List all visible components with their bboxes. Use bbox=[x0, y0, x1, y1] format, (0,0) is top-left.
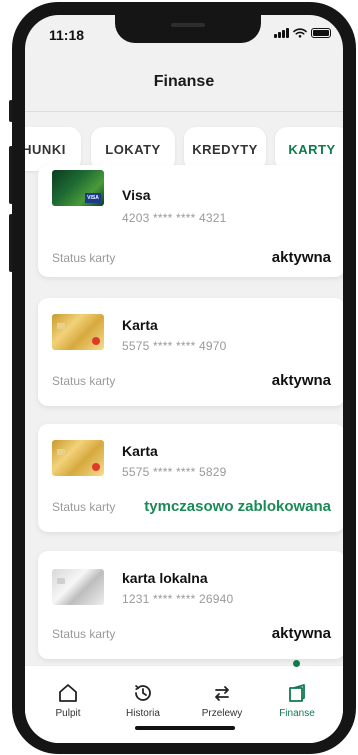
nav-label: Przelewy bbox=[201, 708, 243, 719]
status-value: aktywna bbox=[271, 249, 331, 266]
nav-label: Historia bbox=[126, 708, 160, 719]
nav-label: Pulpit bbox=[55, 708, 81, 719]
card-number: 1231 **** **** 26940 bbox=[122, 592, 234, 606]
status-label: Status karty bbox=[52, 251, 116, 265]
nav-przelewy[interactable]: Przelewy bbox=[187, 666, 257, 726]
card-name: Karta bbox=[122, 317, 158, 333]
card-item[interactable]: Karta 5575 **** **** 4970 Status karty a… bbox=[38, 298, 343, 406]
signal-icon bbox=[274, 28, 289, 38]
card-name: Visa bbox=[122, 187, 151, 203]
nav-finanse[interactable]: Finanse bbox=[262, 666, 332, 726]
gold-card-image bbox=[52, 314, 104, 350]
page-title: Finanse bbox=[153, 73, 215, 90]
card-name: karta lokalna bbox=[122, 570, 208, 586]
visa-logo: VISA bbox=[85, 193, 101, 203]
card-item[interactable]: VISA Visa 4203 **** **** 4321 Status kar… bbox=[38, 165, 343, 277]
status-time: 11:18 bbox=[49, 27, 85, 43]
gold-card-image bbox=[52, 440, 104, 476]
home-indicator bbox=[135, 726, 235, 730]
nav-pulpit[interactable]: Pulpit bbox=[33, 666, 103, 726]
wifi-icon bbox=[293, 28, 307, 38]
transfer-icon bbox=[215, 686, 229, 701]
nav-historia[interactable]: Historia bbox=[108, 666, 178, 726]
status-label: Status karty bbox=[52, 500, 116, 514]
notch bbox=[115, 15, 261, 43]
nav-label: Finanse bbox=[279, 708, 315, 719]
battery-icon bbox=[311, 28, 331, 38]
phone-frame: 11:18 Finanse HUNKI LOKATY KREDYTY KARTY… bbox=[0, 0, 358, 755]
card-number: 5575 **** **** 5829 bbox=[122, 465, 227, 479]
status-label: Status karty bbox=[52, 374, 116, 388]
status-value: tymczasowo zablokowana bbox=[144, 498, 331, 515]
card-number: 4203 **** **** 4321 bbox=[122, 211, 227, 225]
header-divider bbox=[25, 111, 343, 112]
app-screen: 11:18 Finanse HUNKI LOKATY KREDYTY KARTY… bbox=[25, 15, 343, 743]
visa-card-image: VISA bbox=[52, 170, 104, 206]
card-name: Karta bbox=[122, 443, 158, 459]
bottom-nav: Pulpit Historia Przelewy Finanse bbox=[25, 660, 343, 743]
home-icon bbox=[59, 684, 77, 702]
status-label: Status karty bbox=[52, 627, 116, 641]
card-item[interactable]: Karta 5575 **** **** 5829 Status karty t… bbox=[38, 424, 343, 532]
finance-icon bbox=[289, 684, 305, 702]
card-item[interactable]: karta lokalna 1231 **** **** 26940 Statu… bbox=[38, 551, 343, 659]
status-value: aktywna bbox=[271, 625, 331, 642]
status-value: aktywna bbox=[271, 372, 331, 389]
status-icons bbox=[274, 28, 331, 38]
card-number: 5575 **** **** 4970 bbox=[122, 339, 227, 353]
silver-card-image bbox=[52, 569, 104, 605]
history-icon bbox=[134, 684, 151, 701]
